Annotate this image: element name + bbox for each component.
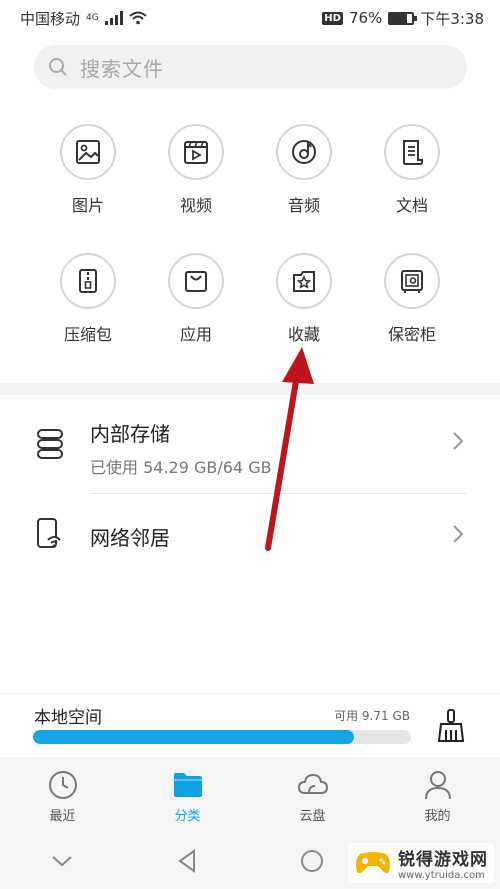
home-circle-icon[interactable] [300, 849, 324, 873]
category-archives[interactable]: 压缩包 [33, 253, 143, 345]
local-space-divider [0, 693, 500, 694]
local-space-available: 可用 9.71 GB [334, 709, 410, 723]
app-bag-icon [185, 271, 207, 292]
category-label: 音频 [287, 196, 320, 215]
storage-stack-icon [37, 429, 63, 459]
nav-tab-categories[interactable]: 分类 [125, 757, 250, 833]
back-triangle-icon[interactable] [176, 849, 198, 873]
nav-label: 最近 [49, 809, 76, 824]
signal-icon [104, 11, 123, 25]
nav-tab-recent[interactable]: 最近 [0, 757, 125, 833]
row-title: 网络邻居 [90, 526, 170, 550]
chevron-right-icon [452, 524, 464, 550]
audio-icon [292, 140, 316, 164]
section-divider [0, 383, 500, 395]
favorites-star-icon [293, 271, 315, 292]
search-input[interactable]: 搜索文件 [34, 45, 467, 89]
category-documents[interactable]: 文档 [357, 124, 467, 216]
category-audio[interactable]: 音频 [249, 124, 359, 216]
clock-icon [48, 771, 77, 799]
category-label: 压缩包 [63, 325, 112, 344]
cloud-icon [297, 773, 328, 794]
image-icon [76, 140, 100, 164]
watermark-name: 锐得游戏网 [398, 850, 488, 870]
hide-nav-chevron-icon[interactable] [51, 854, 73, 868]
nav-tab-cloud[interactable]: 云盘 [250, 757, 375, 833]
carrier-text: 中国移动 [20, 9, 81, 28]
archive-icon [79, 269, 97, 293]
category-safe[interactable]: 保密柜 [357, 253, 467, 345]
search-icon [49, 58, 67, 76]
clock-time: 下午3:38 [420, 9, 484, 28]
category-label: 视频 [179, 196, 212, 215]
broom-icon [437, 709, 465, 742]
category-favorites[interactable]: 收藏 [249, 253, 359, 345]
category-label: 收藏 [287, 325, 320, 344]
site-watermark: 锐得游戏网 www.ytruida.com [348, 843, 494, 883]
category-apps[interactable]: 应用 [141, 253, 251, 345]
nav-label: 我的 [424, 809, 451, 824]
network-type: 4G [86, 13, 99, 23]
person-icon [424, 771, 451, 800]
category-images[interactable]: 图片 [33, 124, 143, 216]
local-space-title: 本地空间 [34, 708, 102, 728]
nav-label: 云盘 [299, 809, 326, 824]
gamepad-logo-icon [356, 852, 390, 874]
category-label: 文档 [395, 196, 428, 215]
video-icon [184, 141, 208, 164]
status-bar: 中国移动 4G HD 76% 下午3:38 [0, 0, 500, 36]
search-placeholder: 搜索文件 [80, 56, 164, 81]
local-space-usage-bar [33, 730, 411, 744]
safe-icon [401, 270, 423, 293]
bottom-navigation: 最近 分类 云盘 我的 [0, 757, 500, 833]
clean-button[interactable] [436, 708, 466, 744]
hd-icon: HD [322, 11, 343, 25]
row-title: 内部存储 [90, 422, 170, 446]
watermark-url: www.ytruida.com [398, 870, 485, 881]
battery-percent: 76% [348, 9, 383, 27]
row-subtitle: 已使用 54.29 GB/64 GB [90, 458, 272, 477]
nav-label: 分类 [174, 809, 201, 824]
folder-icon [173, 773, 202, 797]
wifi-icon [129, 11, 147, 25]
network-neighborhood-row[interactable]: 网络邻居 [0, 494, 500, 576]
network-phone-icon [37, 518, 61, 548]
chevron-right-icon [452, 431, 464, 457]
local-space-usage-fill [33, 730, 355, 744]
category-label: 应用 [179, 325, 212, 344]
category-video[interactable]: 视频 [141, 124, 251, 216]
document-icon [403, 140, 423, 165]
category-label: 保密柜 [387, 325, 436, 344]
internal-storage-row[interactable]: 内部存储 已使用 54.29 GB/64 GB [0, 395, 500, 493]
category-label: 图片 [71, 196, 104, 215]
nav-tab-me[interactable]: 我的 [375, 757, 500, 833]
battery-icon [388, 11, 418, 25]
